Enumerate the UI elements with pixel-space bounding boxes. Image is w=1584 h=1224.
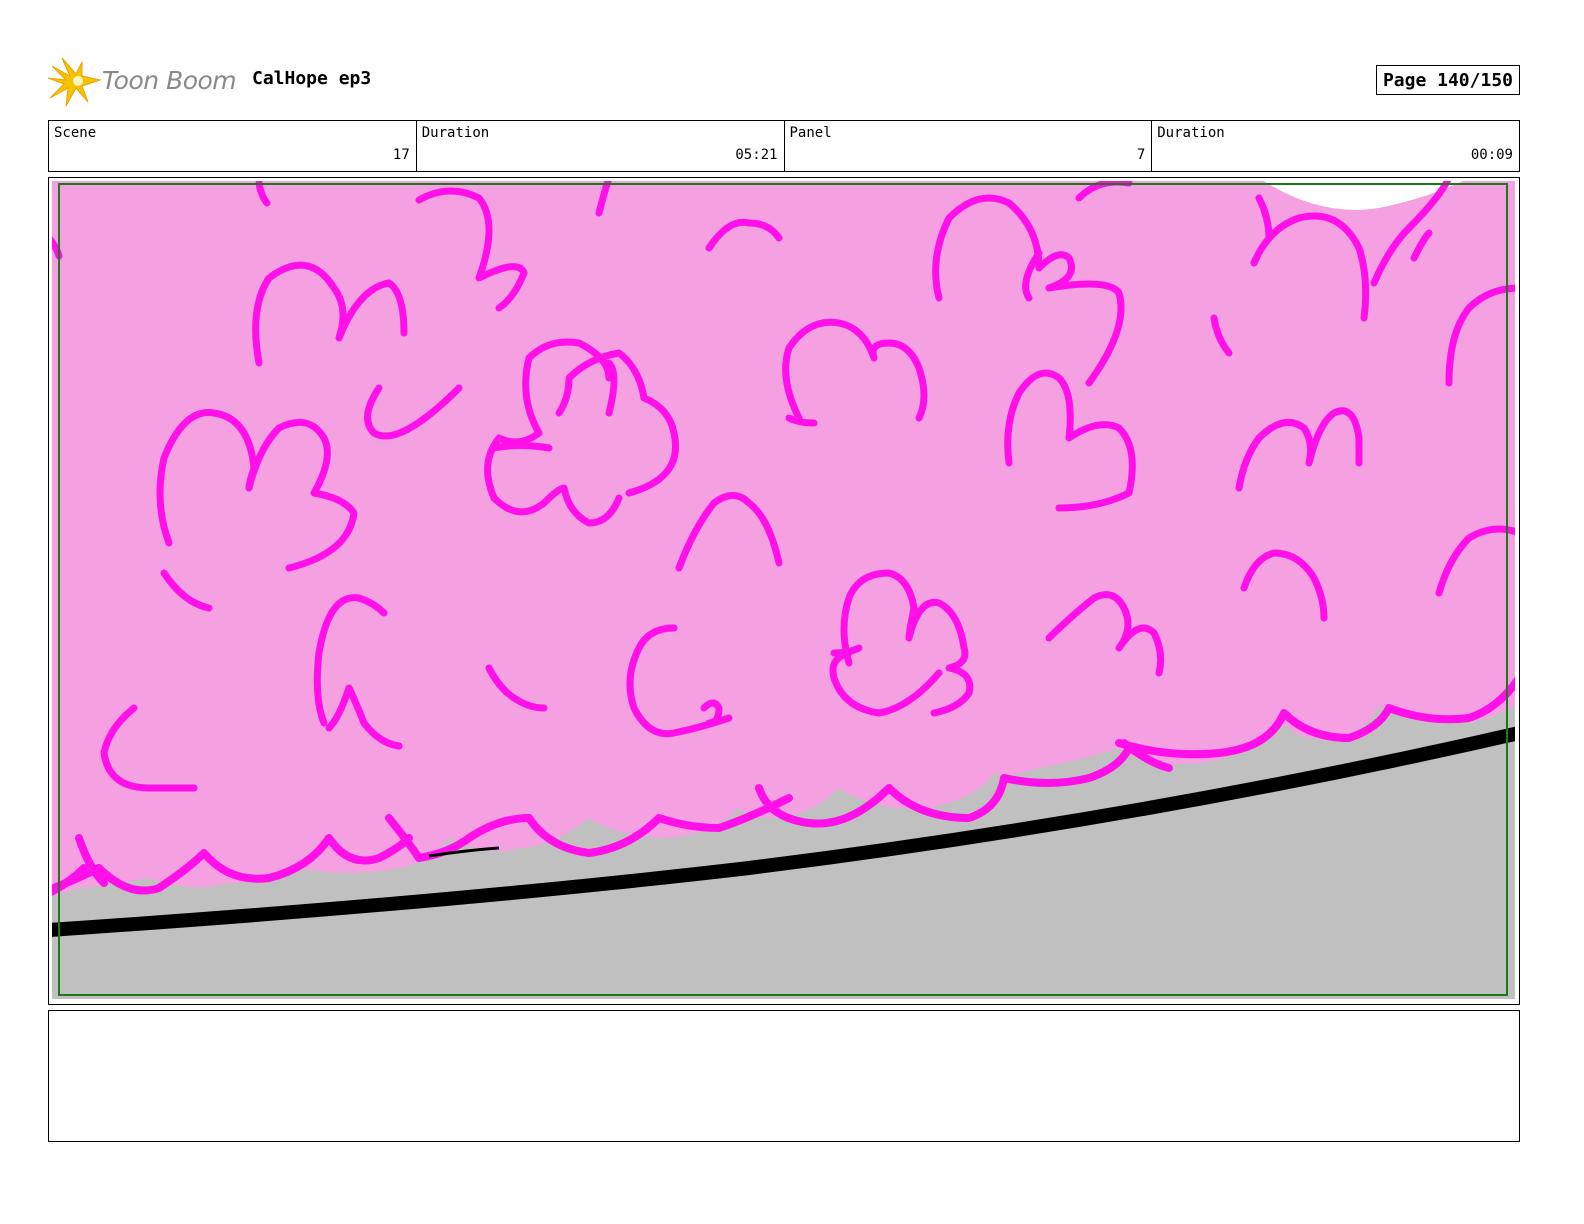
- panel-value: 7: [1136, 147, 1146, 163]
- scene-cell: Scene 17: [49, 121, 417, 171]
- scene-duration-cell: Duration 05:21: [417, 121, 785, 171]
- scene-info-table: Scene 17 Duration 05:21 Panel 7 Duration…: [48, 120, 1520, 172]
- logo-text: Toon Boom: [102, 66, 237, 95]
- project-title: CalHope ep3: [252, 68, 372, 89]
- panel-cell: Panel 7: [785, 121, 1153, 171]
- scene-value: 17: [392, 147, 410, 163]
- notes-box: [48, 1010, 1520, 1142]
- scene-duration-value: 05:21: [735, 147, 778, 163]
- panel-label: Panel: [789, 125, 832, 141]
- toon-boom-logo: Toon Boom: [47, 56, 248, 108]
- page-number: Page 140/150: [1375, 65, 1520, 95]
- starburst-icon: [47, 57, 102, 107]
- page-header: Toon Boom CalHope ep3 Page 140/150: [47, 52, 1520, 108]
- storyboard-panel: [48, 177, 1520, 1005]
- panel-duration-value: 00:09: [1470, 147, 1513, 163]
- panel-duration-label: Duration: [1157, 125, 1225, 141]
- scene-label: Scene: [54, 125, 97, 141]
- scene-duration-label: Duration: [421, 125, 490, 141]
- panel-drawing: [52, 181, 1515, 999]
- panel-duration-cell: Duration 00:09: [1152, 121, 1519, 171]
